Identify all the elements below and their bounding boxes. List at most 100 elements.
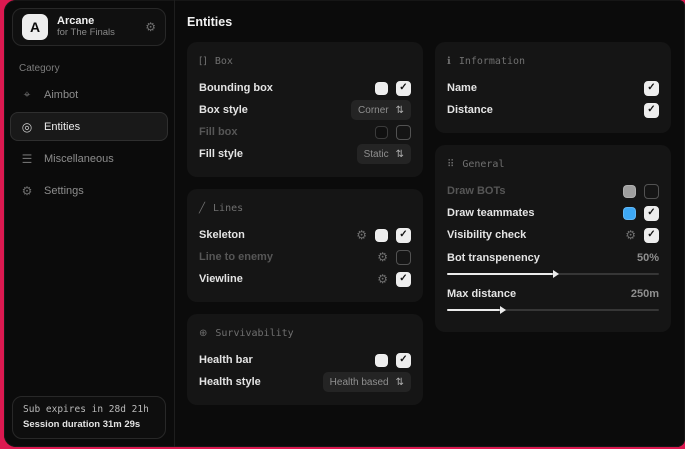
- checkbox[interactable]: [396, 272, 411, 287]
- row-skeleton: Skeleton ⚙: [199, 224, 411, 246]
- checkbox[interactable]: [396, 250, 411, 265]
- diagonal-line-icon: ╱: [199, 203, 205, 214]
- checkbox[interactable]: [396, 353, 411, 368]
- sidebar-item-settings[interactable]: ⚙ Settings: [10, 176, 168, 205]
- sidebar-item-entities[interactable]: ◎ Entities: [10, 112, 168, 141]
- checkbox[interactable]: [644, 228, 659, 243]
- checkbox[interactable]: [644, 103, 659, 118]
- select-value: Corner: [358, 105, 389, 116]
- card-title: Box: [215, 56, 233, 67]
- checkbox[interactable]: [644, 206, 659, 221]
- sidebar-item-label: Miscellaneous: [44, 153, 114, 165]
- row-label: Draw BOTs: [447, 185, 505, 197]
- slider-label: Bot transpenency: [447, 252, 540, 264]
- select-value: Health based: [330, 377, 389, 388]
- brand-card: A Arcane for The Finals ⚙: [12, 8, 166, 46]
- card-title: General: [462, 159, 504, 170]
- card-box-header: [] Box: [199, 53, 411, 69]
- gear-icon: ⚙: [20, 184, 34, 198]
- health-style-select[interactable]: Health based ⇅: [323, 372, 411, 392]
- slider-track[interactable]: [447, 273, 659, 275]
- checkbox[interactable]: [396, 228, 411, 243]
- row-label: Box style: [199, 104, 248, 116]
- checkbox[interactable]: [644, 81, 659, 96]
- color-swatch[interactable]: [375, 354, 388, 367]
- sidebar-item-label: Settings: [44, 185, 84, 197]
- box-style-select[interactable]: Corner ⇅: [351, 100, 411, 120]
- row-visibility-check: Visibility check ⚙: [447, 224, 659, 246]
- sidebar-item-label: Aimbot: [44, 89, 78, 101]
- brand-text: Arcane for The Finals: [57, 15, 136, 40]
- row-distance: Distance: [447, 99, 659, 121]
- row-fill-box: Fill box: [199, 121, 411, 143]
- updown-arrows-icon: ⇅: [396, 377, 404, 388]
- row-settings-gear-icon[interactable]: ⚙: [356, 228, 367, 242]
- card-information-header: ℹ Information: [447, 53, 659, 69]
- row-draw-bots: Draw BOTs: [447, 180, 659, 202]
- row-label: Fill box: [199, 126, 238, 138]
- row-box-style: Box style Corner ⇅: [199, 99, 411, 121]
- row-label: Viewline: [199, 273, 243, 285]
- crosshair-icon: ⌖: [20, 87, 34, 102]
- row-label: Name: [447, 82, 477, 94]
- fill-style-select[interactable]: Static ⇅: [357, 144, 411, 164]
- checkbox[interactable]: [396, 81, 411, 96]
- row-label: Skeleton: [199, 229, 245, 241]
- slider-label: Max distance: [447, 288, 516, 300]
- select-value: Static: [364, 149, 389, 160]
- row-label: Visibility check: [447, 229, 526, 241]
- sub-expires-text: Sub expires in 28d 21h: [23, 404, 155, 415]
- row-line-to-enemy: Line to enemy ⚙: [199, 246, 411, 268]
- color-swatch[interactable]: [375, 229, 388, 242]
- box-corners-icon: []: [199, 56, 207, 67]
- sidebar-nav: ⌖ Aimbot ◎ Entities ☰ Miscellaneous ⚙ Se…: [4, 80, 174, 205]
- row-draw-teammates: Draw teammates: [447, 202, 659, 224]
- row-settings-gear-icon[interactable]: ⚙: [377, 272, 388, 286]
- card-title: Lines: [213, 203, 243, 214]
- card-general-header: ⠿ General: [447, 156, 659, 172]
- card-title: Survivability: [215, 328, 293, 339]
- card-box: [] Box Bounding box Box style: [187, 42, 423, 177]
- app-window: A Arcane for The Finals ⚙ Category ⌖ Aim…: [4, 0, 685, 447]
- row-label: Distance: [447, 104, 493, 116]
- checkbox[interactable]: [396, 125, 411, 140]
- color-swatch[interactable]: [623, 207, 636, 220]
- color-swatch[interactable]: [623, 185, 636, 198]
- row-settings-gear-icon[interactable]: ⚙: [625, 228, 636, 242]
- color-swatch[interactable]: [375, 126, 388, 139]
- checkbox[interactable]: [644, 184, 659, 199]
- sidebar-item-miscellaneous[interactable]: ☰ Miscellaneous: [10, 144, 168, 173]
- entities-icon: ◎: [20, 120, 34, 134]
- info-icon: ℹ: [447, 56, 451, 67]
- page-title: Entities: [187, 15, 673, 29]
- subscription-info-card: Sub expires in 28d 21h Session duration …: [12, 396, 166, 439]
- row-fill-style: Fill style Static ⇅: [199, 143, 411, 165]
- brand-title: Arcane: [57, 15, 136, 28]
- sidebar-item-aimbot[interactable]: ⌖ Aimbot: [10, 80, 168, 109]
- row-settings-gear-icon[interactable]: ⚙: [377, 250, 388, 264]
- sidebar: A Arcane for The Finals ⚙ Category ⌖ Aim…: [4, 0, 175, 447]
- card-lines: ╱ Lines Skeleton ⚙ Line to enemy: [187, 189, 423, 302]
- row-viewline: Viewline ⚙: [199, 268, 411, 290]
- card-information: ℹ Information Name Distance: [435, 42, 671, 133]
- row-bounding-box: Bounding box: [199, 77, 411, 99]
- card-title: Information: [459, 56, 525, 67]
- right-column: ℹ Information Name Distance: [435, 42, 671, 332]
- card-survivability: ⊕ Survivability Health bar Health style: [187, 314, 423, 405]
- slider-track[interactable]: [447, 309, 659, 311]
- card-lines-header: ╱ Lines: [199, 200, 411, 216]
- slider-value: 50%: [637, 252, 659, 264]
- health-icon: ⊕: [199, 328, 207, 339]
- main-panel: Entities [] Box Bounding box: [175, 0, 685, 447]
- card-general: ⠿ General Draw BOTs Draw teammates: [435, 145, 671, 332]
- slider-fill[interactable]: [447, 309, 500, 311]
- slider-fill[interactable]: [447, 273, 553, 275]
- brand-gear-icon[interactable]: ⚙: [145, 20, 156, 34]
- row-name: Name: [447, 77, 659, 99]
- slider-bot-transparency: Bot transpenency 50%: [447, 248, 659, 275]
- color-swatch[interactable]: [375, 82, 388, 95]
- row-label: Bounding box: [199, 82, 273, 94]
- row-label: Health bar: [199, 354, 253, 366]
- updown-arrows-icon: ⇅: [396, 149, 404, 160]
- brand-logo: A: [22, 14, 48, 40]
